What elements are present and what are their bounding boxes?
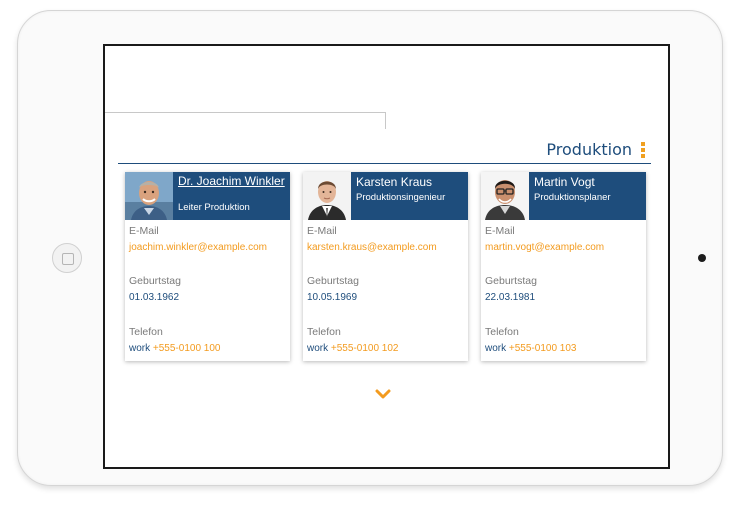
- birthday-value: 01.03.1962: [129, 292, 180, 303]
- contact-card-header: Martin Vogt Produktionsplaner: [481, 172, 646, 220]
- section-title: Produktion: [546, 140, 632, 159]
- birthday-label: Geburtstag: [129, 275, 181, 287]
- phone-link[interactable]: +555-0100 100: [153, 343, 221, 354]
- contact-card-header: Dr. Joachim Winkler Leiter Produktion: [125, 172, 290, 220]
- vertical-dots-icon[interactable]: [641, 142, 645, 158]
- contact-card-header: Karsten Kraus Produktionsingenieur: [303, 172, 468, 220]
- phone-label: Telefon: [307, 326, 341, 338]
- contact-role: Produktionsplaner: [534, 192, 611, 203]
- chevron-down-icon[interactable]: [375, 384, 391, 399]
- birthday-label: Geburtstag: [485, 275, 537, 287]
- contact-card: Karsten Kraus Produktionsingenieur E-Mai…: [303, 172, 468, 361]
- phone-type: work: [485, 343, 507, 354]
- home-button[interactable]: [52, 243, 82, 273]
- phone-label: Telefon: [485, 326, 519, 338]
- email-label: E-Mail: [307, 225, 337, 237]
- email-label: E-Mail: [129, 225, 159, 237]
- phone-row: work +555-0100 102: [307, 343, 398, 354]
- phone-type: work: [129, 343, 151, 354]
- contact-card: Martin Vogt Produktionsplaner E-Mail mar…: [481, 172, 646, 361]
- email-link[interactable]: joachim.winkler@example.com: [129, 242, 267, 253]
- contact-name: Martin Vogt: [534, 175, 595, 189]
- avatar: [125, 172, 173, 220]
- section-divider: [118, 163, 651, 164]
- birthday-value: 10.05.1969: [307, 292, 358, 303]
- avatar: [481, 172, 529, 220]
- previous-section-panel: [105, 112, 386, 129]
- avatar: [303, 172, 351, 220]
- phone-type: work: [307, 343, 329, 354]
- phone-link[interactable]: +555-0100 103: [509, 343, 577, 354]
- birthday-label: Geburtstag: [307, 275, 359, 287]
- tablet-frame: Produktion Dr. Joachim Winkler Leiter Pr…: [17, 10, 723, 486]
- email-label: E-Mail: [485, 225, 515, 237]
- camera-icon: [698, 254, 706, 262]
- phone-row: work +555-0100 103: [485, 343, 576, 354]
- phone-link[interactable]: +555-0100 102: [331, 343, 399, 354]
- contact-name-link[interactable]: Dr. Joachim Winkler: [178, 175, 287, 188]
- contact-card: Dr. Joachim Winkler Leiter Produktion E-…: [125, 172, 290, 361]
- phone-row: work +555-0100 100: [129, 343, 220, 354]
- email-link[interactable]: karsten.kraus@example.com: [307, 242, 437, 253]
- contact-role: Produktionsingenieur: [356, 192, 446, 203]
- contact-role: Leiter Produktion: [178, 202, 250, 213]
- email-link[interactable]: martin.vogt@example.com: [485, 242, 604, 253]
- birthday-value: 22.03.1981: [485, 292, 536, 303]
- contact-name: Karsten Kraus: [356, 175, 433, 189]
- phone-label: Telefon: [129, 326, 163, 338]
- app-screen: Produktion Dr. Joachim Winkler Leiter Pr…: [103, 44, 670, 469]
